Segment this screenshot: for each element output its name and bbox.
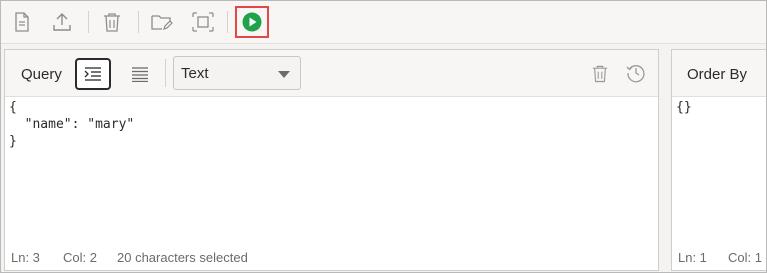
- editor-line: "name": "mary": [9, 117, 135, 132]
- order-by-header: Order By: [672, 50, 766, 97]
- order-by-panel: Order By {} Ln: 1 Col: 1: [671, 49, 766, 271]
- compact-json-button[interactable]: [123, 58, 157, 90]
- editor-line: }: [9, 134, 17, 149]
- resize-icon: [192, 12, 214, 32]
- editor-line: {: [9, 100, 17, 115]
- run-button[interactable]: [235, 6, 269, 38]
- chevron-down-icon: [278, 71, 290, 78]
- toolbar-divider: [227, 11, 228, 33]
- trash-icon: [104, 13, 120, 32]
- cursor-line: Ln: 3: [11, 250, 40, 265]
- cursor-col: Col: 2: [63, 250, 97, 265]
- order-by-title: Order By: [687, 66, 748, 83]
- mode-select[interactable]: Text: [173, 56, 301, 90]
- editor-line: {}: [676, 100, 692, 115]
- order-by-status-bar: Ln: 1 Col: 1: [672, 244, 766, 270]
- main-toolbar: [1, 1, 766, 44]
- toolbar-divider: [88, 11, 89, 33]
- upload-button[interactable]: [49, 9, 75, 35]
- query-title: Query: [21, 66, 62, 83]
- toolbar-divider: [138, 11, 139, 33]
- resize-button[interactable]: [190, 9, 216, 35]
- format-json-button[interactable]: [75, 58, 111, 90]
- cursor-col: Col: 1: [728, 250, 762, 265]
- clear-button[interactable]: [99, 9, 125, 35]
- mode-select-value: Text: [181, 65, 209, 82]
- app-frame: Query Text {"name": "mary"} Ln: 3 Col:…: [0, 0, 767, 273]
- header-divider: [165, 59, 166, 87]
- history-button[interactable]: [625, 62, 647, 84]
- clear-query-button[interactable]: [589, 62, 611, 84]
- history-icon: [626, 65, 645, 83]
- run-icon: [242, 12, 262, 32]
- file-icon: [15, 12, 29, 32]
- cursor-line: Ln: 1: [678, 250, 707, 265]
- folder-edit-icon: [151, 15, 173, 30]
- trash-icon: [592, 65, 608, 82]
- query-editor[interactable]: { "name": "mary"}: [5, 97, 658, 244]
- query-panel: Query Text {"name": "mary"} Ln: 3 Col:…: [4, 49, 659, 271]
- selection-count: 20 characters selected: [117, 250, 248, 265]
- lines-icon: [132, 67, 148, 82]
- new-file-button[interactable]: [9, 9, 35, 35]
- open-folder-button[interactable]: [149, 9, 175, 35]
- query-panel-header: Query Text: [5, 50, 658, 97]
- upload-icon: [53, 13, 71, 31]
- format-indent-icon: [84, 67, 101, 81]
- order-by-editor[interactable]: {}: [672, 97, 766, 244]
- query-status-bar: Ln: 3 Col: 2 20 characters selected: [5, 244, 658, 270]
